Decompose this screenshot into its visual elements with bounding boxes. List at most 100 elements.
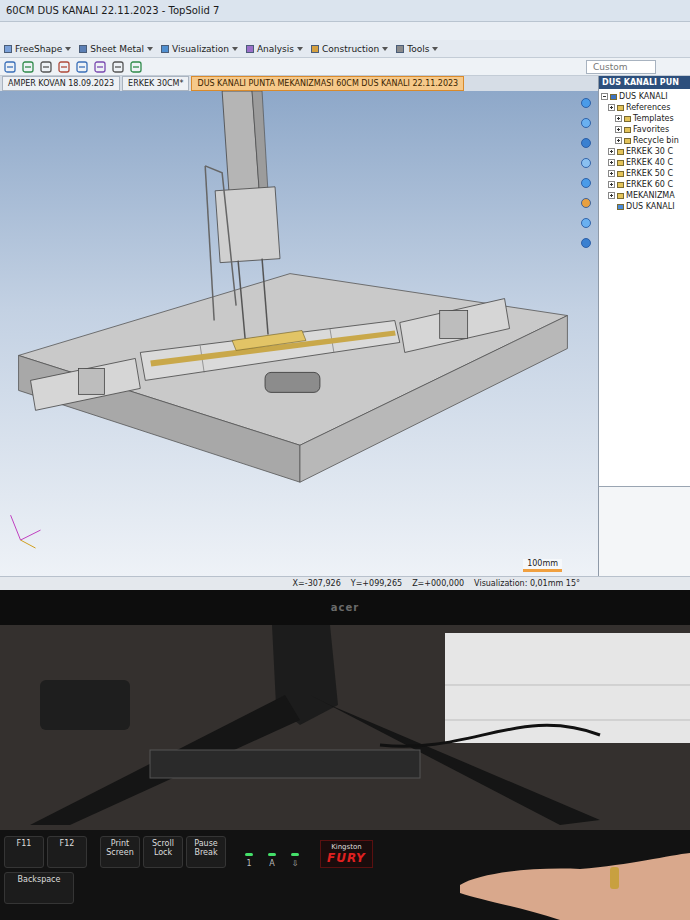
keyboard-logo: KingstonFURY: [320, 840, 373, 868]
tree-item[interactable]: ERKEK 60 C: [599, 179, 690, 190]
workspace: AMPER KOVAN 18.09.2023ERKEK 30CM*DUS KAN…: [0, 76, 690, 576]
view-tool-icon[interactable]: [580, 177, 592, 189]
menu-item[interactable]: Visualization: [161, 44, 238, 54]
menu-icon: [396, 45, 404, 53]
toolbar-icon[interactable]: [130, 61, 142, 73]
expander-icon[interactable]: [601, 93, 608, 100]
column-base-plate: [232, 331, 306, 351]
menu-icon: [79, 45, 87, 53]
project-tree-panel: DUS KANALI PUNDUS KANALIReferencesTempla…: [598, 76, 690, 576]
expander-icon[interactable]: [615, 115, 622, 122]
expander-icon[interactable]: [615, 126, 622, 133]
key[interactable]: Scroll Lock: [143, 836, 183, 868]
dropdown-caret-icon: [297, 47, 303, 51]
guide-rod: [238, 261, 245, 339]
folder-icon: [624, 116, 631, 122]
folder-icon: [617, 171, 624, 177]
menu-item[interactable]: Construction: [311, 44, 388, 54]
toolbar-icon[interactable]: [76, 61, 88, 73]
view-tool-icon[interactable]: [580, 217, 592, 229]
folder-icon: [624, 138, 631, 144]
toolbar-icon[interactable]: [22, 61, 34, 73]
tree-item[interactable]: DUS KANALI: [599, 201, 690, 212]
coordinate-y: Y=+099,265: [351, 579, 402, 588]
menu-item[interactable]: Tools: [396, 44, 438, 54]
document-tab[interactable]: AMPER KOVAN 18.09.2023: [2, 76, 120, 91]
panel-header: DUS KANALI PUN: [599, 76, 690, 89]
menu-item[interactable]: Analysis: [246, 44, 303, 54]
key[interactable]: Print Screen: [100, 836, 140, 868]
custom-field[interactable]: Custom: [586, 60, 656, 74]
viewport[interactable]: 100mm: [0, 91, 598, 576]
expander-icon[interactable]: [608, 181, 615, 188]
document-tabs: AMPER KOVAN 18.09.2023ERKEK 30CM*DUS KAN…: [0, 76, 598, 91]
tree-item[interactable]: ERKEK 40 C: [599, 157, 690, 168]
tree-item[interactable]: References: [599, 102, 690, 113]
indicator-lamp: [291, 853, 299, 856]
folder-icon: [617, 182, 624, 188]
dropdown-caret-icon: [382, 47, 388, 51]
monitor-logo: acer: [331, 602, 359, 613]
axis-triad-icon: [11, 515, 41, 548]
monitor-bezel: acer: [0, 590, 690, 625]
expander-icon[interactable]: [608, 192, 615, 199]
view-toolbar: [574, 91, 598, 576]
document-tab[interactable]: ERKEK 30CM*: [122, 76, 189, 91]
menu-item[interactable]: Sheet Metal: [79, 44, 153, 54]
menu-bar: FreeShape Sheet Metal Visualization Analysi…: [0, 40, 690, 58]
properties-pane: [599, 486, 690, 576]
folder-icon: [617, 160, 624, 166]
toolbar-icon[interactable]: [94, 61, 106, 73]
key[interactable]: Pause Break: [186, 836, 226, 868]
view-tool-icon[interactable]: [580, 117, 592, 129]
guide-rod: [262, 259, 268, 335]
menu-icon: [4, 45, 12, 53]
expander-icon[interactable]: [608, 170, 615, 177]
toolbar-icon[interactable]: [112, 61, 124, 73]
menu-item[interactable]: FreeShape: [4, 44, 71, 54]
hand-photo: [440, 845, 690, 920]
view-tool-icon[interactable]: [580, 137, 592, 149]
expander-icon[interactable]: [615, 137, 622, 144]
tree-item[interactable]: DUS KANALI: [599, 91, 690, 102]
view-tool-icon[interactable]: [580, 197, 592, 209]
tree-item[interactable]: Templates: [599, 113, 690, 124]
visualization-precision: Visualization: 0,01mm 15°: [474, 579, 580, 588]
dropdown-caret-icon: [232, 47, 238, 51]
coordinate-z: Z=+000,000: [412, 579, 464, 588]
view-tool-icon[interactable]: [580, 157, 592, 169]
menu-icon: [246, 45, 254, 53]
tree-item[interactable]: ERKEK 30 C: [599, 146, 690, 157]
lock-indicator: 1: [239, 853, 259, 868]
view-tool-icon[interactable]: [580, 237, 592, 249]
key[interactable]: F12: [47, 836, 87, 868]
monitor-screen: 60CM DUS KANALI 22.11.2023 - TopSolid 7F…: [0, 0, 690, 590]
frame: [205, 166, 214, 321]
canvas[interactable]: [0, 91, 574, 576]
scale-indicator: 100mm: [523, 559, 562, 572]
key[interactable]: F11: [4, 836, 44, 868]
tree-item[interactable]: Recycle bin: [599, 135, 690, 146]
key-row: F11F12 Print ScreenScroll LockPause Break…: [4, 836, 686, 868]
tree-item[interactable]: Favorites: [599, 124, 690, 135]
toolbar-icon[interactable]: [58, 61, 70, 73]
tree-item[interactable]: MEKANIZMA: [599, 190, 690, 201]
cad-model[interactable]: [0, 91, 574, 576]
expander-icon[interactable]: [608, 148, 615, 155]
lock-indicator: ⇩: [285, 853, 305, 868]
menu-icon: [311, 45, 319, 53]
project-icon: [610, 94, 617, 100]
document-tab[interactable]: DUS KANALI PUNTA MEKANIZMASI 60CM DUS KA…: [191, 76, 464, 91]
key[interactable]: Backspace: [4, 872, 74, 904]
toolbar: Custom: [0, 58, 690, 76]
tree-item[interactable]: ERKEK 50 C: [599, 168, 690, 179]
view-tool-icon[interactable]: [580, 97, 592, 109]
quick-access-bar: [0, 22, 690, 40]
indicator-lamp: [245, 853, 253, 856]
expander-icon[interactable]: [608, 159, 615, 166]
expander-icon[interactable]: [608, 104, 615, 111]
toolbar-icon[interactable]: [4, 61, 16, 73]
toolbar-icon[interactable]: [40, 61, 52, 73]
gold-strip: [150, 331, 395, 367]
dropdown-caret-icon: [65, 47, 71, 51]
